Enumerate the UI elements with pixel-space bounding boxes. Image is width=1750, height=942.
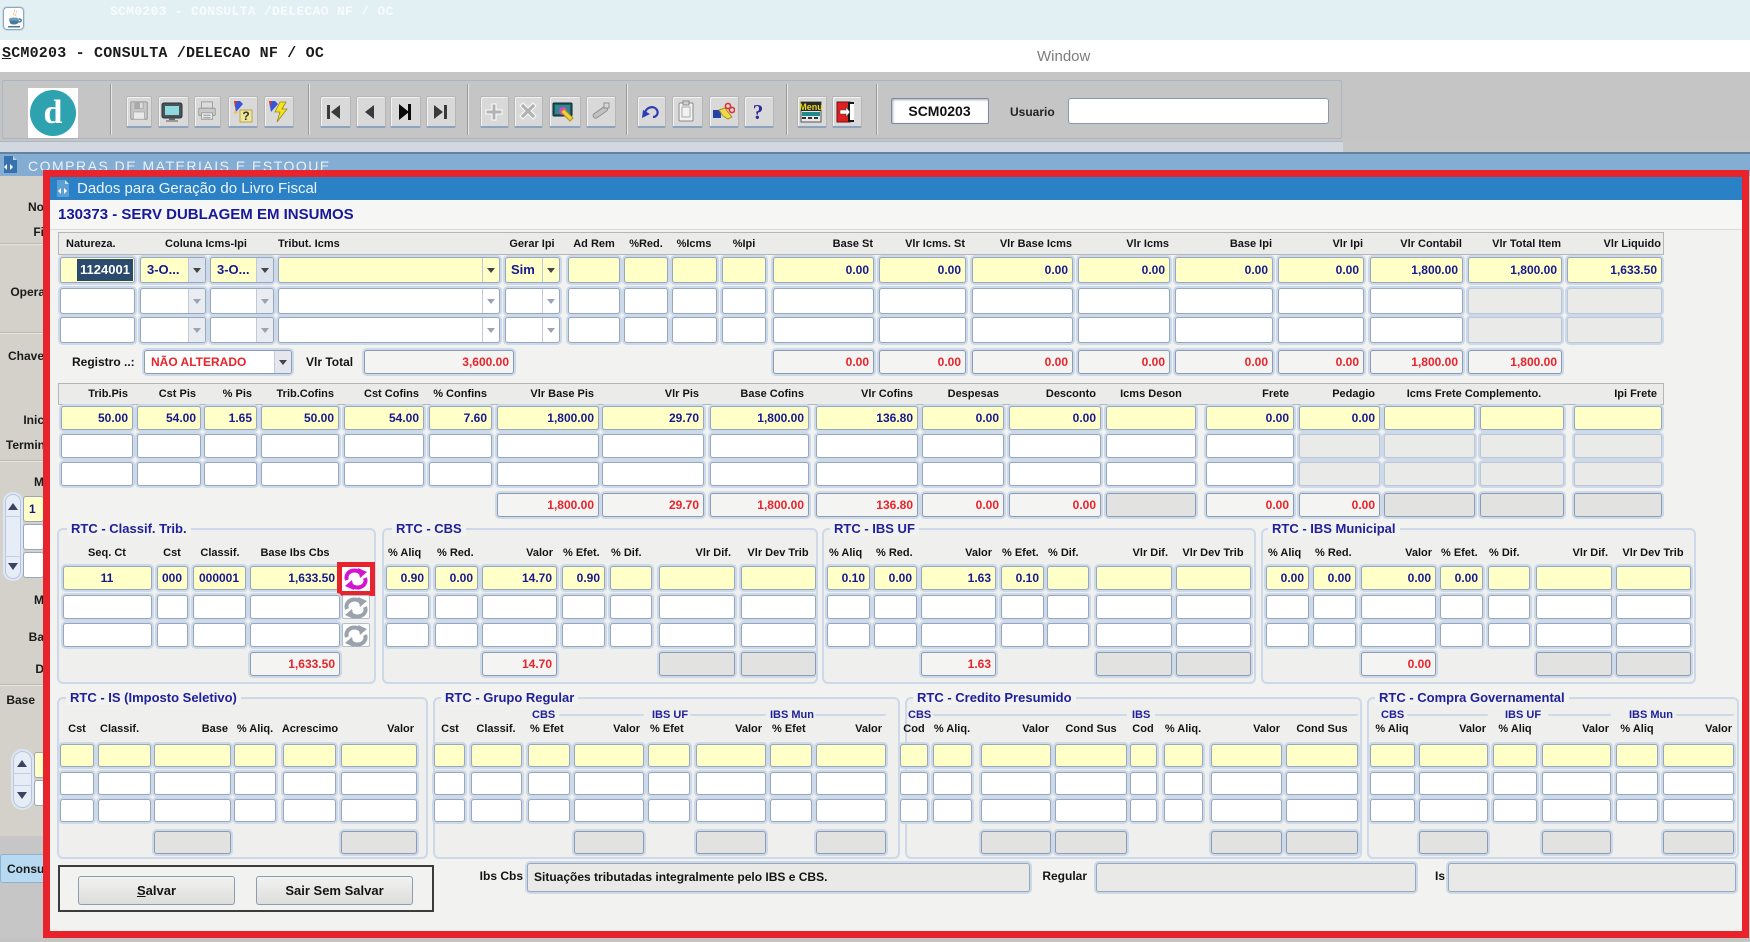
svg-text:Menu: Menu <box>799 102 823 112</box>
svg-text:?: ? <box>753 100 764 124</box>
svg-text:?: ? <box>242 109 249 123</box>
